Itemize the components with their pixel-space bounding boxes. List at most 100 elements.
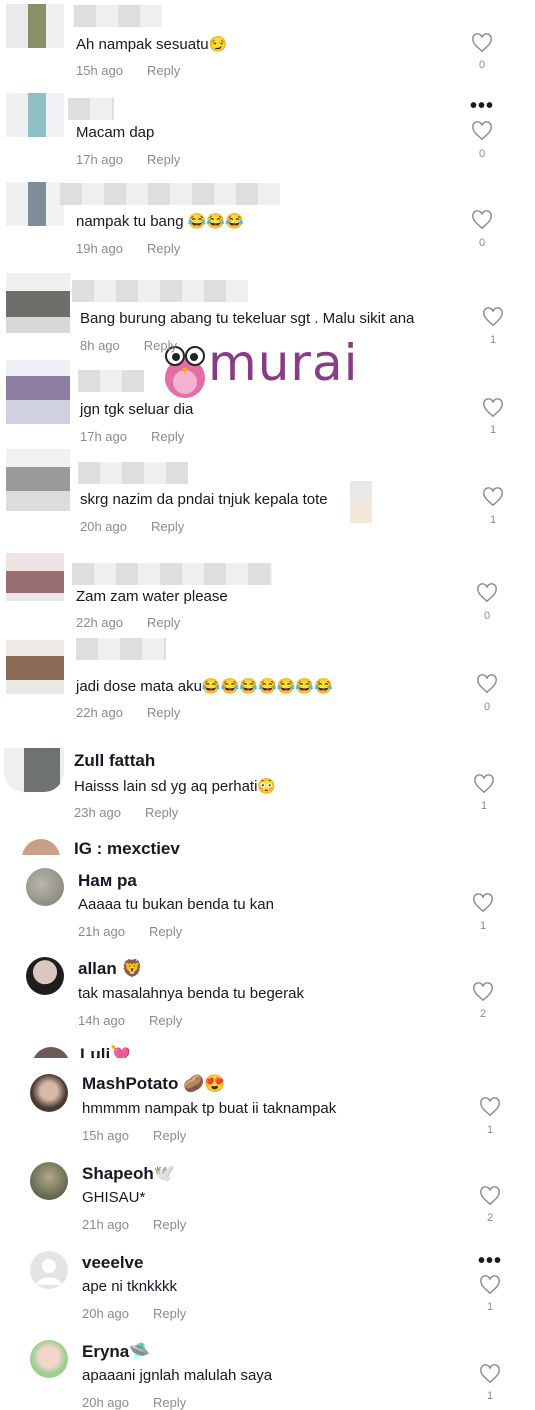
heart-icon[interactable] bbox=[479, 1186, 501, 1206]
comment-text: jadi dose mata aku😂😂😂😂😂😂😂 bbox=[76, 678, 333, 695]
username[interactable]: MashPotato 🥔😍 bbox=[82, 1074, 225, 1094]
username-redacted[interactable] bbox=[68, 98, 114, 120]
comment-meta: 17h ago Reply bbox=[76, 152, 180, 167]
avatar[interactable] bbox=[6, 640, 64, 694]
watermark-text: murai bbox=[208, 334, 359, 392]
heart-icon[interactable] bbox=[473, 774, 495, 794]
like-count: 0 bbox=[478, 59, 486, 71]
comment-time: 22h ago bbox=[76, 705, 123, 720]
username[interactable]: Нам pa bbox=[78, 871, 137, 891]
reply-button[interactable]: Reply bbox=[147, 615, 180, 630]
more-options-icon[interactable]: ••• bbox=[478, 1250, 502, 1273]
comment-item-partial: IG : mexctiev bbox=[0, 835, 535, 855]
avatar[interactable] bbox=[4, 748, 64, 792]
murai-watermark: murai bbox=[160, 334, 370, 404]
heart-icon[interactable] bbox=[471, 210, 493, 230]
avatar[interactable] bbox=[6, 273, 70, 333]
comment-text: Haisss lain sd yg aq perhati😳 bbox=[74, 778, 277, 795]
avatar[interactable] bbox=[6, 449, 70, 511]
heart-icon[interactable] bbox=[472, 893, 494, 913]
username-redacted[interactable] bbox=[72, 280, 248, 302]
username[interactable]: Eryna🛸 bbox=[82, 1342, 150, 1362]
image-thumbnail[interactable] bbox=[350, 481, 372, 523]
comment-time: 15h ago bbox=[82, 1128, 129, 1143]
avatar[interactable] bbox=[6, 553, 64, 601]
username[interactable]: allan 🦁 bbox=[78, 959, 143, 979]
username[interactable]: Shapeoh🕊️ bbox=[82, 1164, 175, 1184]
username-redacted[interactable] bbox=[78, 370, 144, 392]
reply-button[interactable]: Reply bbox=[145, 805, 178, 820]
comment-time: 17h ago bbox=[76, 152, 123, 167]
heart-icon[interactable] bbox=[479, 1364, 501, 1384]
avatar[interactable] bbox=[6, 93, 64, 137]
like-count: 1 bbox=[489, 424, 497, 436]
username-redacted[interactable] bbox=[74, 5, 162, 27]
reply-button[interactable]: Reply bbox=[151, 429, 184, 444]
avatar[interactable] bbox=[22, 839, 60, 855]
reply-button[interactable]: Reply bbox=[153, 1217, 186, 1232]
comment-time: 22h ago bbox=[76, 615, 123, 630]
username[interactable]: veeelve bbox=[82, 1253, 143, 1273]
comment-meta: 15h ago Reply bbox=[82, 1128, 186, 1143]
username[interactable]: IG : mexctiev bbox=[74, 839, 180, 855]
like-count: 1 bbox=[486, 1390, 494, 1402]
avatar[interactable] bbox=[30, 1340, 68, 1378]
comment-time: 21h ago bbox=[82, 1217, 129, 1232]
comment-time: 14h ago bbox=[78, 1013, 125, 1028]
comment-time: 20h ago bbox=[80, 519, 127, 534]
reply-button[interactable]: Reply bbox=[147, 152, 180, 167]
comment-meta: 20h ago Reply bbox=[82, 1306, 186, 1321]
heart-icon[interactable] bbox=[471, 33, 493, 53]
heart-icon[interactable] bbox=[471, 121, 493, 141]
reply-button[interactable]: Reply bbox=[147, 705, 180, 720]
username[interactable]: Zull fattah bbox=[74, 751, 155, 771]
comment-time: 17h ago bbox=[80, 429, 127, 444]
comment-meta: 19h ago Reply bbox=[76, 241, 180, 256]
avatar[interactable] bbox=[26, 868, 64, 906]
comment-text: jgn tgk seluar dia bbox=[80, 401, 194, 418]
reply-button[interactable]: Reply bbox=[149, 1013, 182, 1028]
avatar[interactable] bbox=[26, 957, 64, 995]
reply-button[interactable]: Reply bbox=[147, 63, 180, 78]
username-redacted[interactable] bbox=[78, 462, 188, 484]
heart-icon[interactable] bbox=[476, 674, 498, 694]
comment-item-partial: Luli💘 bbox=[0, 1044, 535, 1058]
heart-icon[interactable] bbox=[479, 1275, 501, 1295]
heart-icon[interactable] bbox=[472, 982, 494, 1002]
like-count: 2 bbox=[486, 1212, 494, 1224]
more-options-icon[interactable]: ••• bbox=[470, 95, 494, 118]
avatar[interactable] bbox=[6, 4, 64, 48]
comment-meta: 8h ago Reply bbox=[80, 338, 177, 353]
avatar[interactable] bbox=[6, 360, 70, 424]
avatar[interactable] bbox=[30, 1251, 68, 1289]
reply-button[interactable]: Reply bbox=[144, 338, 177, 353]
heart-icon[interactable] bbox=[482, 307, 504, 327]
like-count: 0 bbox=[483, 701, 491, 713]
heart-icon[interactable] bbox=[476, 583, 498, 603]
reply-button[interactable]: Reply bbox=[153, 1306, 186, 1321]
comment-meta: 20h ago Reply bbox=[80, 519, 184, 534]
comment-time: 19h ago bbox=[76, 241, 123, 256]
username-redacted[interactable] bbox=[72, 563, 272, 585]
username[interactable]: Luli💘 bbox=[80, 1045, 131, 1058]
heart-icon[interactable] bbox=[482, 398, 504, 418]
username-redacted[interactable] bbox=[76, 638, 166, 660]
comment-text: GHISAU* bbox=[82, 1189, 146, 1206]
reply-button[interactable]: Reply bbox=[151, 519, 184, 534]
reply-button[interactable]: Reply bbox=[149, 924, 182, 939]
comment-text: skrg nazim da pndai tnjuk kepala tote bbox=[80, 491, 328, 508]
heart-icon[interactable] bbox=[482, 487, 504, 507]
like-count: 0 bbox=[478, 237, 486, 249]
avatar[interactable] bbox=[30, 1162, 68, 1200]
avatar[interactable] bbox=[30, 1074, 68, 1112]
avatar[interactable] bbox=[6, 182, 64, 226]
heart-icon[interactable] bbox=[479, 1097, 501, 1117]
username-redacted[interactable] bbox=[60, 183, 280, 205]
like-count: 1 bbox=[489, 334, 497, 346]
avatar[interactable] bbox=[32, 1047, 70, 1058]
comment-time: 15h ago bbox=[76, 63, 123, 78]
reply-button[interactable]: Reply bbox=[147, 241, 180, 256]
comment-meta: 17h ago Reply bbox=[80, 429, 184, 444]
comment-text: ape ni tknkkkk bbox=[82, 1278, 178, 1295]
reply-button[interactable]: Reply bbox=[153, 1128, 186, 1143]
